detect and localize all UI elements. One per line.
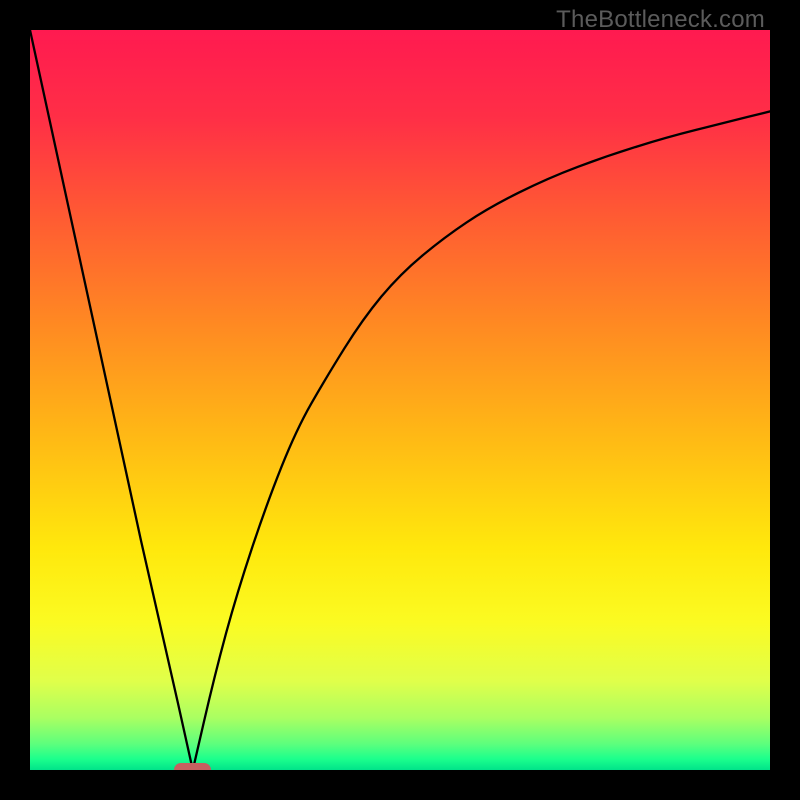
curve-right-branch xyxy=(193,111,770,770)
minimum-marker xyxy=(174,763,211,770)
chart-curve xyxy=(30,30,770,770)
chart-frame xyxy=(30,30,770,770)
curve-left-branch xyxy=(30,30,193,770)
